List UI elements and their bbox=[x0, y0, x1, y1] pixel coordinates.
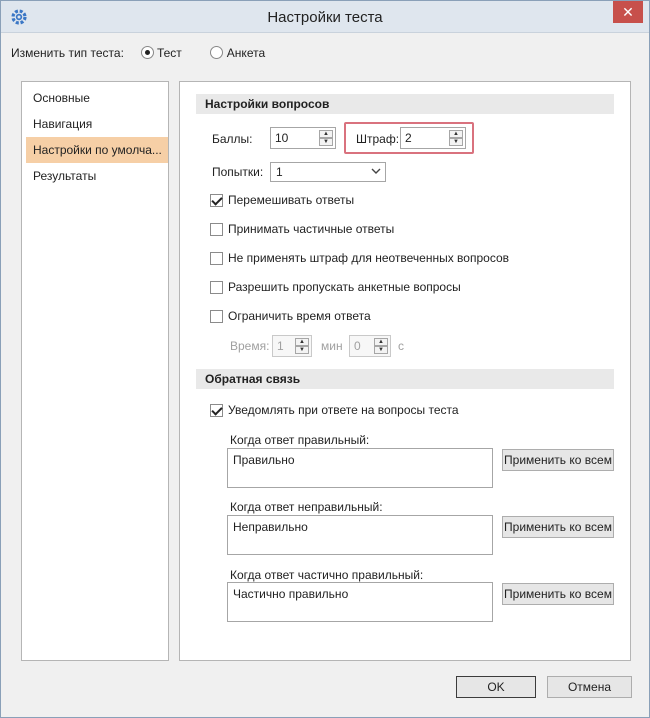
minutes-unit: мин bbox=[321, 339, 343, 353]
seconds-value[interactable]: 0 bbox=[354, 339, 361, 353]
radio-test[interactable] bbox=[140, 46, 154, 60]
apply-all-incorrect-button[interactable]: Применить ко всем bbox=[502, 516, 614, 538]
minutes-down-arrow-icon[interactable]: ▼ bbox=[295, 346, 309, 354]
apply-all-partial-button[interactable]: Применить ко всем bbox=[502, 583, 614, 605]
nav-item-basic[interactable]: Основные bbox=[26, 85, 168, 111]
correct-feedback-input[interactable]: Правильно bbox=[227, 448, 493, 488]
seconds-stepper[interactable]: 0 ▲ ▼ bbox=[349, 335, 391, 357]
points-value[interactable]: 10 bbox=[275, 131, 288, 145]
correct-feedback-label: Когда ответ правильный: bbox=[230, 433, 370, 447]
limit-time-label[interactable]: Ограничить время ответа bbox=[228, 309, 371, 323]
radio-survey-label[interactable]: Анкета bbox=[227, 46, 265, 60]
questions-section-header: Настройки вопросов bbox=[196, 94, 614, 114]
apply-all-correct-button[interactable]: Применить ко всем bbox=[502, 449, 614, 471]
minutes-stepper[interactable]: 1 ▲ ▼ bbox=[272, 335, 312, 357]
radio-survey[interactable] bbox=[210, 46, 224, 60]
no-penalty-checkbox[interactable] bbox=[210, 252, 223, 265]
incorrect-feedback-label: Когда ответ неправильный: bbox=[230, 500, 383, 514]
minutes-value[interactable]: 1 bbox=[277, 339, 284, 353]
time-label: Время: bbox=[230, 339, 270, 353]
radio-test-label[interactable]: Тест bbox=[157, 46, 182, 60]
settings-panel: Настройки вопросов Баллы: 10 ▲ ▼ Штраф: … bbox=[179, 81, 631, 661]
notify-label[interactable]: Уведомлять при ответе на вопросы теста bbox=[228, 403, 459, 417]
penalty-down-arrow-icon[interactable]: ▼ bbox=[449, 138, 463, 146]
points-label: Баллы: bbox=[212, 132, 253, 146]
penalty-value[interactable]: 2 bbox=[405, 131, 412, 145]
shuffle-checkbox[interactable] bbox=[210, 194, 223, 207]
penalty-stepper[interactable]: 2 ▲ ▼ bbox=[400, 127, 466, 149]
attempts-value[interactable]: 1 bbox=[276, 165, 283, 179]
test-type-label: Изменить тип теста: bbox=[11, 45, 124, 60]
title-bar[interactable]: Настройки теста ✕ bbox=[1, 1, 649, 33]
partial-feedback-input[interactable]: Частично правильно bbox=[227, 582, 493, 622]
nav-item-defaults[interactable]: Настройки по умолча... bbox=[26, 137, 168, 163]
nav-item-results[interactable]: Результаты bbox=[26, 163, 168, 189]
points-down-arrow-icon[interactable]: ▼ bbox=[319, 138, 333, 146]
seconds-down-arrow-icon[interactable]: ▼ bbox=[374, 346, 388, 354]
skip-survey-checkbox[interactable] bbox=[210, 281, 223, 294]
nav-item-navigation[interactable]: Навигация bbox=[26, 111, 168, 137]
notify-checkbox[interactable] bbox=[210, 404, 223, 417]
incorrect-feedback-input[interactable]: Неправильно bbox=[227, 515, 493, 555]
no-penalty-label[interactable]: Не применять штраф для неотвеченных вопр… bbox=[228, 251, 509, 265]
skip-survey-label[interactable]: Разрешить пропускать анкетные вопросы bbox=[228, 280, 461, 294]
attempts-label: Попытки: bbox=[212, 165, 264, 179]
seconds-unit: с bbox=[398, 339, 404, 353]
feedback-section-header: Обратная связь bbox=[196, 369, 614, 389]
settings-dialog: Настройки теста ✕ Изменить тип теста: Те… bbox=[0, 0, 650, 718]
minutes-up-arrow-icon[interactable]: ▲ bbox=[295, 338, 309, 346]
close-button[interactable]: ✕ bbox=[613, 1, 643, 23]
shuffle-label[interactable]: Перемешивать ответы bbox=[228, 193, 354, 207]
points-up-arrow-icon[interactable]: ▲ bbox=[319, 130, 333, 138]
attempts-select[interactable]: 1 bbox=[270, 162, 386, 182]
test-type-bar: Изменить тип теста: Тест Анкета bbox=[11, 45, 265, 65]
points-stepper[interactable]: 10 ▲ ▼ bbox=[270, 127, 336, 149]
settings-nav: Основные Навигация Настройки по умолча..… bbox=[21, 81, 169, 661]
seconds-up-arrow-icon[interactable]: ▲ bbox=[374, 338, 388, 346]
penalty-label: Штраф: bbox=[356, 132, 400, 146]
ok-button[interactable]: OK bbox=[456, 676, 536, 698]
limit-time-checkbox[interactable] bbox=[210, 310, 223, 323]
penalty-up-arrow-icon[interactable]: ▲ bbox=[449, 130, 463, 138]
partial-feedback-label: Когда ответ частично правильный: bbox=[230, 568, 424, 582]
partial-answers-label[interactable]: Принимать частичные ответы bbox=[228, 222, 394, 236]
cancel-button[interactable]: Отмена bbox=[547, 676, 632, 698]
window-title: Настройки теста bbox=[267, 9, 383, 26]
partial-answers-checkbox[interactable] bbox=[210, 223, 223, 236]
chevron-down-icon[interactable] bbox=[371, 166, 381, 176]
